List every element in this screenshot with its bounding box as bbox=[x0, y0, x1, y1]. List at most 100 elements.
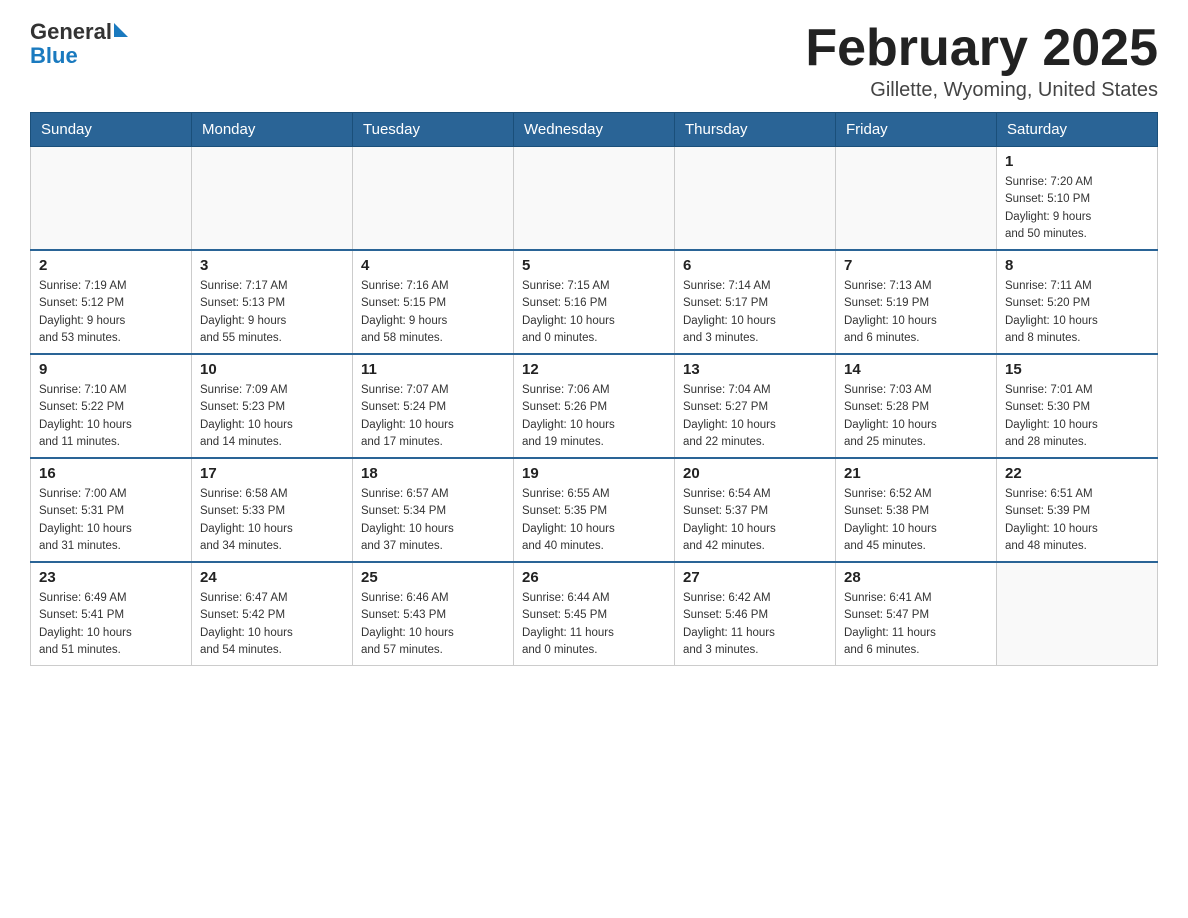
calendar-cell bbox=[514, 147, 675, 251]
day-info: Sunrise: 6:49 AM Sunset: 5:41 PM Dayligh… bbox=[39, 590, 183, 659]
calendar-cell bbox=[31, 147, 192, 251]
calendar-cell bbox=[836, 147, 997, 251]
calendar-week-row: 23 Sunrise: 6:49 AM Sunset: 5:41 PM Dayli… bbox=[31, 562, 1158, 666]
day-info: Sunrise: 7:03 AM Sunset: 5:28 PM Dayligh… bbox=[844, 382, 988, 451]
weekday-header-sunday: Sunday bbox=[31, 113, 192, 147]
calendar-cell: 25 Sunrise: 6:46 AM Sunset: 5:43 PM Dayli… bbox=[353, 562, 514, 666]
day-info: Sunrise: 7:06 AM Sunset: 5:26 PM Dayligh… bbox=[522, 382, 666, 451]
day-number: 6 bbox=[683, 257, 827, 274]
day-number: 10 bbox=[200, 361, 344, 378]
calendar-cell: 11Sunrise: 7:07 AM Sunset: 5:24 PM Dayli… bbox=[353, 354, 514, 458]
day-number: 21 bbox=[844, 465, 988, 482]
day-number: 26 bbox=[522, 569, 666, 586]
weekday-header-saturday: Saturday bbox=[997, 113, 1158, 147]
day-number: 28 bbox=[844, 569, 988, 586]
calendar-cell: 5 Sunrise: 7:15 AM Sunset: 5:16 PM Daylig… bbox=[514, 250, 675, 354]
day-info: Sunrise: 7:11 AM Sunset: 5:20 PM Dayligh… bbox=[1005, 278, 1149, 347]
day-number: 27 bbox=[683, 569, 827, 586]
title-area: February 2025 Gillette, Wyoming, United … bbox=[805, 20, 1158, 102]
calendar-cell: 4 Sunrise: 7:16 AM Sunset: 5:15 PM Daylig… bbox=[353, 250, 514, 354]
calendar-cell bbox=[675, 147, 836, 251]
day-info: Sunrise: 6:46 AM Sunset: 5:43 PM Dayligh… bbox=[361, 590, 505, 659]
day-number: 8 bbox=[1005, 257, 1149, 274]
calendar-table: SundayMondayTuesdayWednesdayThursdayFrid… bbox=[30, 112, 1158, 666]
logo-blue-text: Blue bbox=[30, 43, 78, 68]
calendar-cell bbox=[192, 147, 353, 251]
weekday-header-monday: Monday bbox=[192, 113, 353, 147]
day-info: Sunrise: 6:44 AM Sunset: 5:45 PM Dayligh… bbox=[522, 590, 666, 659]
day-info: Sunrise: 7:15 AM Sunset: 5:16 PM Dayligh… bbox=[522, 278, 666, 347]
calendar-cell: 3Sunrise: 7:17 AM Sunset: 5:13 PM Daylig… bbox=[192, 250, 353, 354]
calendar-cell: 17Sunrise: 6:58 AM Sunset: 5:33 PM Dayli… bbox=[192, 458, 353, 562]
day-info: Sunrise: 7:04 AM Sunset: 5:27 PM Dayligh… bbox=[683, 382, 827, 451]
day-info: Sunrise: 7:07 AM Sunset: 5:24 PM Dayligh… bbox=[361, 382, 505, 451]
day-number: 19 bbox=[522, 465, 666, 482]
day-number: 22 bbox=[1005, 465, 1149, 482]
day-number: 1 bbox=[1005, 153, 1149, 170]
calendar-cell: 21 Sunrise: 6:52 AM Sunset: 5:38 PM Dayli… bbox=[836, 458, 997, 562]
day-info: Sunrise: 6:47 AM Sunset: 5:42 PM Dayligh… bbox=[200, 590, 344, 659]
calendar-week-row: 2 Sunrise: 7:19 AM Sunset: 5:12 PM Daylig… bbox=[31, 250, 1158, 354]
calendar-cell: 12 Sunrise: 7:06 AM Sunset: 5:26 PM Dayli… bbox=[514, 354, 675, 458]
day-number: 24 bbox=[200, 569, 344, 586]
day-number: 13 bbox=[683, 361, 827, 378]
calendar-cell: 19 Sunrise: 6:55 AM Sunset: 5:35 PM Dayli… bbox=[514, 458, 675, 562]
day-info: Sunrise: 6:55 AM Sunset: 5:35 PM Dayligh… bbox=[522, 486, 666, 555]
page-header: General Blue February 2025 Gillette, Wyo… bbox=[30, 20, 1158, 102]
day-number: 20 bbox=[683, 465, 827, 482]
calendar-cell: 24 Sunrise: 6:47 AM Sunset: 5:42 PM Dayli… bbox=[192, 562, 353, 666]
month-title: February 2025 bbox=[805, 20, 1158, 77]
day-info: Sunrise: 6:42 AM Sunset: 5:46 PM Dayligh… bbox=[683, 590, 827, 659]
day-info: Sunrise: 7:01 AM Sunset: 5:30 PM Dayligh… bbox=[1005, 382, 1149, 451]
logo-general-text: General bbox=[30, 20, 112, 44]
day-number: 17 bbox=[200, 465, 344, 482]
calendar-cell: 15 Sunrise: 7:01 AM Sunset: 5:30 PM Dayli… bbox=[997, 354, 1158, 458]
calendar-cell: 26 Sunrise: 6:44 AM Sunset: 5:45 PM Dayli… bbox=[514, 562, 675, 666]
day-number: 15 bbox=[1005, 361, 1149, 378]
day-number: 9 bbox=[39, 361, 183, 378]
day-number: 25 bbox=[361, 569, 505, 586]
calendar-cell: 8 Sunrise: 7:11 AM Sunset: 5:20 PM Daylig… bbox=[997, 250, 1158, 354]
day-info: Sunrise: 6:54 AM Sunset: 5:37 PM Dayligh… bbox=[683, 486, 827, 555]
calendar-cell: 1Sunrise: 7:20 AM Sunset: 5:10 PM Daylig… bbox=[997, 147, 1158, 251]
calendar-cell: 20 Sunrise: 6:54 AM Sunset: 5:37 PM Dayli… bbox=[675, 458, 836, 562]
calendar-cell: 23 Sunrise: 6:49 AM Sunset: 5:41 PM Dayli… bbox=[31, 562, 192, 666]
day-info: Sunrise: 6:52 AM Sunset: 5:38 PM Dayligh… bbox=[844, 486, 988, 555]
day-info: Sunrise: 7:09 AM Sunset: 5:23 PM Dayligh… bbox=[200, 382, 344, 451]
calendar-cell: 27 Sunrise: 6:42 AM Sunset: 5:46 PM Dayli… bbox=[675, 562, 836, 666]
calendar-cell: 7 Sunrise: 7:13 AM Sunset: 5:19 PM Daylig… bbox=[836, 250, 997, 354]
day-number: 7 bbox=[844, 257, 988, 274]
day-info: Sunrise: 6:41 AM Sunset: 5:47 PM Dayligh… bbox=[844, 590, 988, 659]
calendar-cell bbox=[353, 147, 514, 251]
day-number: 5 bbox=[522, 257, 666, 274]
calendar-cell: 10 Sunrise: 7:09 AM Sunset: 5:23 PM Dayli… bbox=[192, 354, 353, 458]
calendar-cell: 28 Sunrise: 6:41 AM Sunset: 5:47 PM Dayli… bbox=[836, 562, 997, 666]
logo: General Blue bbox=[30, 20, 128, 68]
calendar-cell: 9 Sunrise: 7:10 AM Sunset: 5:22 PM Daylig… bbox=[31, 354, 192, 458]
day-number: 2 bbox=[39, 257, 183, 274]
calendar-week-row: 1Sunrise: 7:20 AM Sunset: 5:10 PM Daylig… bbox=[31, 147, 1158, 251]
day-info: Sunrise: 7:16 AM Sunset: 5:15 PM Dayligh… bbox=[361, 278, 505, 347]
day-info: Sunrise: 7:13 AM Sunset: 5:19 PM Dayligh… bbox=[844, 278, 988, 347]
day-number: 23 bbox=[39, 569, 183, 586]
day-number: 16 bbox=[39, 465, 183, 482]
day-number: 4 bbox=[361, 257, 505, 274]
day-number: 18 bbox=[361, 465, 505, 482]
weekday-header-friday: Friday bbox=[836, 113, 997, 147]
calendar-cell: 14Sunrise: 7:03 AM Sunset: 5:28 PM Dayli… bbox=[836, 354, 997, 458]
day-info: Sunrise: 7:14 AM Sunset: 5:17 PM Dayligh… bbox=[683, 278, 827, 347]
weekday-header-tuesday: Tuesday bbox=[353, 113, 514, 147]
day-number: 12 bbox=[522, 361, 666, 378]
day-info: Sunrise: 6:51 AM Sunset: 5:39 PM Dayligh… bbox=[1005, 486, 1149, 555]
calendar-cell: 22 Sunrise: 6:51 AM Sunset: 5:39 PM Dayli… bbox=[997, 458, 1158, 562]
calendar-week-row: 9 Sunrise: 7:10 AM Sunset: 5:22 PM Daylig… bbox=[31, 354, 1158, 458]
location-subtitle: Gillette, Wyoming, United States bbox=[805, 79, 1158, 102]
day-info: Sunrise: 7:19 AM Sunset: 5:12 PM Dayligh… bbox=[39, 278, 183, 347]
logo-triangle-icon bbox=[114, 23, 128, 37]
weekday-header-wednesday: Wednesday bbox=[514, 113, 675, 147]
calendar-cell: 18Sunrise: 6:57 AM Sunset: 5:34 PM Dayli… bbox=[353, 458, 514, 562]
weekday-header-row: SundayMondayTuesdayWednesdayThursdayFrid… bbox=[31, 113, 1158, 147]
calendar-cell: 6 Sunrise: 7:14 AM Sunset: 5:17 PM Daylig… bbox=[675, 250, 836, 354]
calendar-cell: 13 Sunrise: 7:04 AM Sunset: 5:27 PM Dayli… bbox=[675, 354, 836, 458]
day-info: Sunrise: 7:10 AM Sunset: 5:22 PM Dayligh… bbox=[39, 382, 183, 451]
